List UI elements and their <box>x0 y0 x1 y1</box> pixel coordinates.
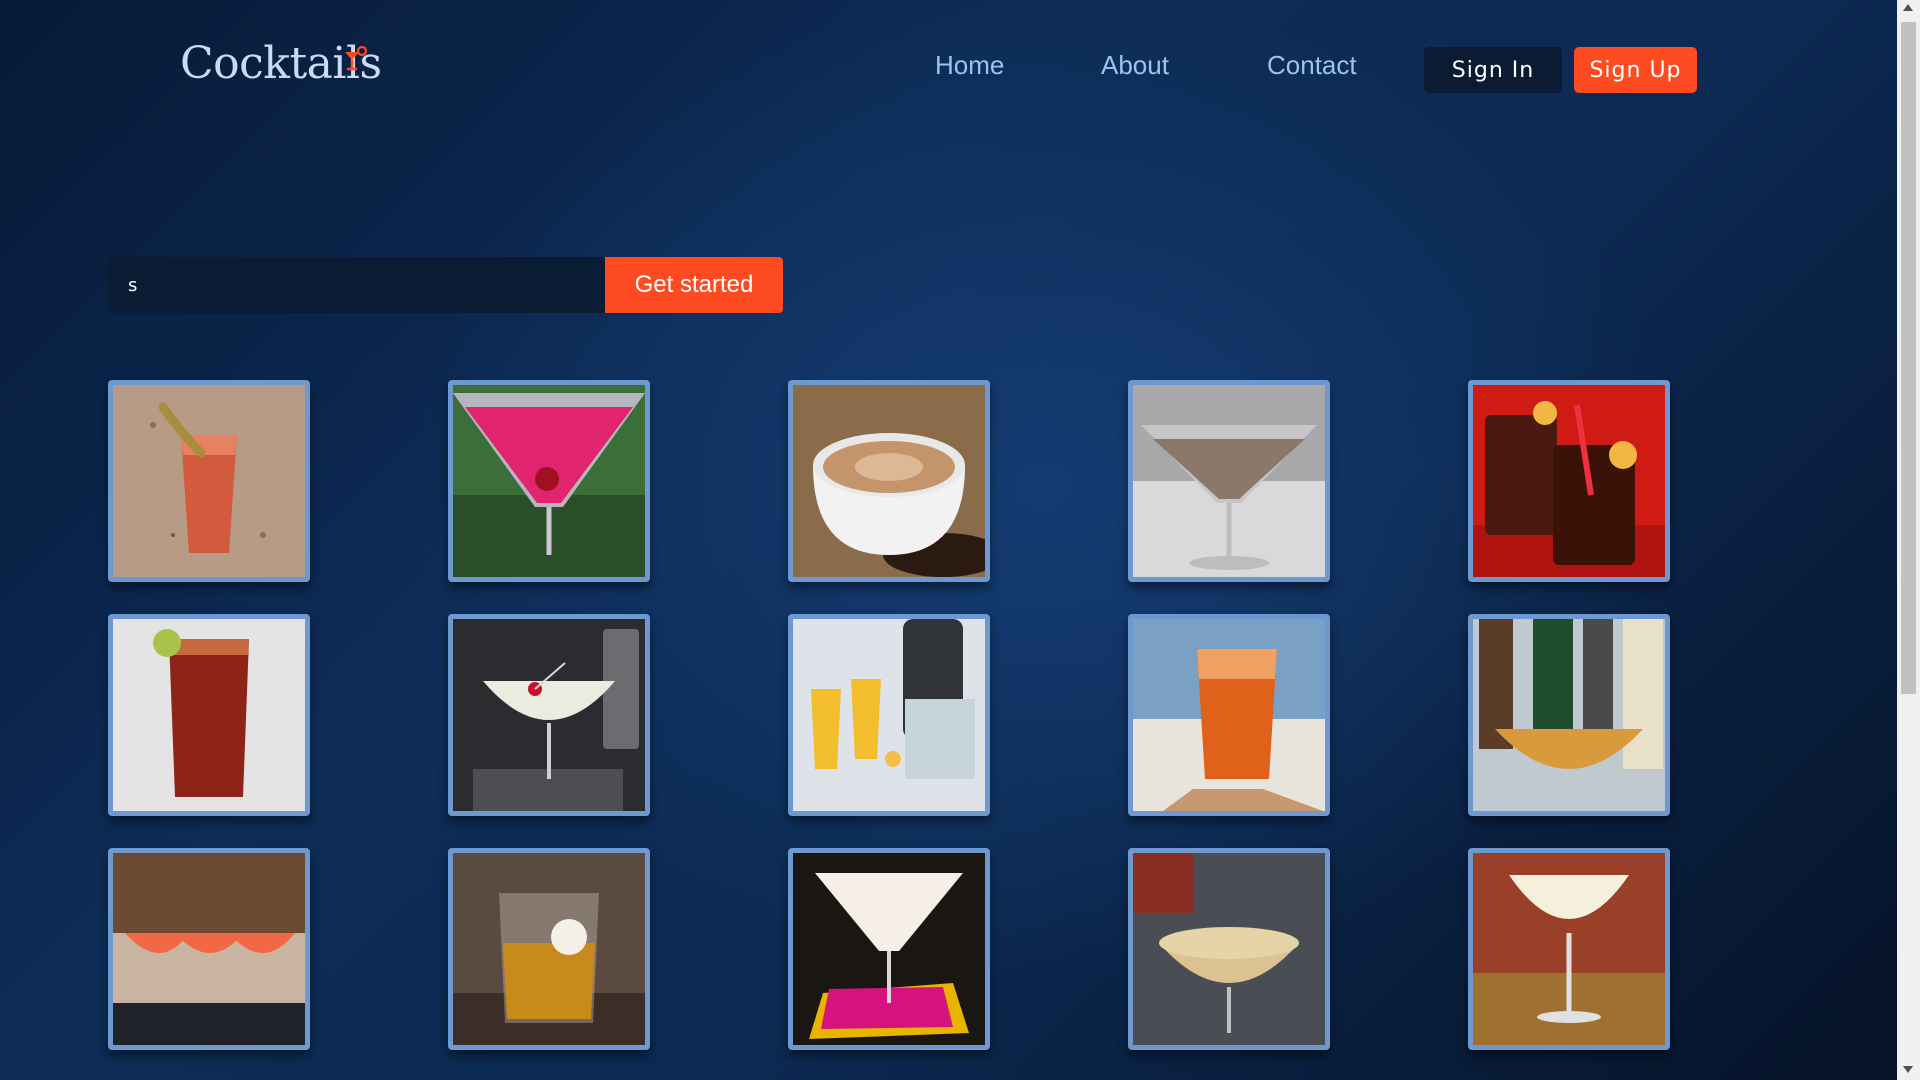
search-input[interactable] <box>108 257 605 313</box>
nav-home-link[interactable]: Home <box>935 50 1004 81</box>
vertical-scrollbar[interactable] <box>1897 0 1920 1080</box>
drink-thumbnail <box>453 853 645 1045</box>
drink-thumbnail <box>793 853 985 1045</box>
scrollbar-thumb[interactable] <box>1901 22 1916 694</box>
drink-thumbnail <box>1133 385 1325 577</box>
drink-card-bloody-mary-glass[interactable] <box>108 380 310 582</box>
drink-thumbnail <box>1473 853 1665 1045</box>
page-background: Cocktails Home About Contact Sign In Sig… <box>0 0 1897 1080</box>
drink-card-chocolate-martini[interactable] <box>1128 380 1330 582</box>
drink-card-white-coupe-cherry[interactable] <box>448 614 650 816</box>
drink-grid <box>108 380 1670 1050</box>
nav-contact-link[interactable]: Contact <box>1267 50 1357 81</box>
drink-card-pink-frozen-margaritas[interactable] <box>108 848 310 1050</box>
drink-thumbnail <box>113 619 305 811</box>
drink-thumbnail <box>793 385 985 577</box>
drink-card-yellow-sour-coupe[interactable] <box>1128 848 1330 1050</box>
drink-card-whisky-rocks-glass[interactable] <box>448 848 650 1050</box>
drink-card-red-beer-highball[interactable] <box>108 614 310 816</box>
drink-thumbnail <box>453 385 645 577</box>
drink-card-cappuccino-cup[interactable] <box>788 380 990 582</box>
drink-card-white-martini-pink-napkin[interactable] <box>788 848 990 1050</box>
drink-card-amber-coupe-bottles[interactable] <box>1468 614 1670 816</box>
drink-card-mimosa-flutes[interactable] <box>788 614 990 816</box>
drink-thumbnail <box>793 619 985 811</box>
cocktail-glass-icon <box>345 46 368 71</box>
drink-thumbnail <box>1473 385 1665 577</box>
drink-thumbnail <box>1473 619 1665 811</box>
sign-in-button[interactable]: Sign In <box>1424 47 1562 93</box>
scroll-down-arrow-icon[interactable] <box>1903 1066 1913 1073</box>
drink-thumbnail <box>453 619 645 811</box>
nav-about-link[interactable]: About <box>1101 50 1169 81</box>
get-started-button[interactable]: Get started <box>605 257 783 313</box>
drink-card-white-foam-coupe[interactable] <box>1468 848 1670 1050</box>
drink-thumbnail <box>113 853 305 1045</box>
drink-card-pink-martini-cherry[interactable] <box>448 380 650 582</box>
drink-thumbnail <box>113 385 305 577</box>
scroll-up-arrow-icon[interactable] <box>1903 4 1913 11</box>
drink-card-orange-spritz[interactable] <box>1128 614 1330 816</box>
sign-up-button[interactable]: Sign Up <box>1574 47 1697 93</box>
drink-card-red-tea-mugs[interactable] <box>1468 380 1670 582</box>
drink-thumbnail <box>1133 619 1325 811</box>
drink-thumbnail <box>1133 853 1325 1045</box>
